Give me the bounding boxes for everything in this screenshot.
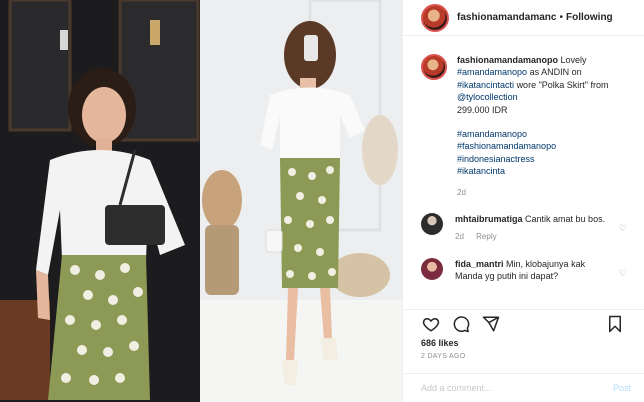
- photo-right-scene: [200, 0, 402, 402]
- hashtag-link[interactable]: #indonesianactress: [457, 153, 625, 165]
- username-link[interactable]: fashionamandamanc: [457, 12, 556, 23]
- comment-item: mhtaibrumatiga Cantik amat bu bos. 2d Re…: [403, 199, 644, 244]
- add-comment-input[interactable]: Add a comment...: [421, 383, 613, 393]
- post-header: fashionamandamanc • Following: [403, 0, 644, 36]
- comment-heart-icon[interactable]: ♡: [619, 223, 627, 234]
- hashtag-link[interactable]: #fashionamandamanopo: [457, 140, 625, 152]
- comment-time: 2d: [455, 232, 464, 242]
- reply-button[interactable]: Reply: [476, 232, 496, 241]
- comment-body: mhtaibrumatiga Cantik amat bu bos. 2d Re…: [455, 213, 615, 244]
- avatar[interactable]: [421, 3, 449, 32]
- comment-text: Cantik amat bu bos.: [525, 214, 606, 225]
- caption-avatar[interactable]: [421, 54, 447, 80]
- comment-meta: 2d Reply: [455, 231, 615, 243]
- likes-count[interactable]: 686 likes: [421, 338, 459, 348]
- comments-section: fashionamandamanopo Lovely #amandamanopo…: [403, 44, 644, 309]
- following-button[interactable]: Following: [566, 12, 613, 23]
- comment-item: fida_mantri Min, klobajunya kak Manda yg…: [403, 244, 644, 283]
- comment-heart-icon[interactable]: ♡: [619, 268, 627, 279]
- hashtag-link[interactable]: #ikatancinta: [457, 165, 625, 177]
- comment-body: fida_mantri Min, klobajunya kak Manda yg…: [455, 258, 615, 283]
- caption-text-3: wore "Polka Skirt" from: [516, 79, 609, 90]
- avatar[interactable]: [421, 213, 443, 236]
- caption-author[interactable]: fashionamandamanopo: [457, 55, 558, 65]
- add-comment-bar: Add a comment... Post: [403, 373, 644, 402]
- caption-text-2: as ANDIN on: [529, 67, 582, 78]
- post-sidebar: fashionamandamanc • Following fashionama…: [402, 0, 644, 402]
- avatar[interactable]: [421, 257, 443, 280]
- separator: •: [559, 12, 563, 23]
- caption-text-1: Lovely: [560, 55, 587, 65]
- caption-body: fashionamandamanopo Lovely #amandamanopo…: [457, 54, 625, 199]
- comment-author[interactable]: mhtaibrumatiga: [455, 214, 523, 224]
- bookmark-icon[interactable]: [605, 314, 625, 334]
- comment-author[interactable]: fida_mantri: [455, 259, 504, 269]
- hashtag-link[interactable]: #amandamanopo: [457, 128, 625, 140]
- caption-time: 2d: [457, 187, 466, 197]
- post-button[interactable]: Post: [613, 383, 631, 393]
- mention-link[interactable]: @tylocollection: [457, 92, 518, 102]
- price-text: 299.000 IDR: [457, 104, 508, 115]
- hashtag-link[interactable]: #amandamanopo: [457, 67, 527, 77]
- action-bar: [403, 309, 644, 337]
- comment-icon[interactable]: [451, 314, 471, 334]
- share-icon[interactable]: [481, 314, 501, 334]
- heart-icon[interactable]: [421, 314, 441, 334]
- post-date: 2 DAYS AGO: [421, 353, 466, 360]
- photo-left-scene: [0, 0, 200, 402]
- hashtag-list: #amandamanopo #fashionamandamanopo #indo…: [457, 128, 625, 178]
- post-image[interactable]: [0, 0, 402, 402]
- caption: fashionamandamanopo Lovely #amandamanopo…: [403, 44, 644, 199]
- hashtag-link[interactable]: #ikatancintacti: [457, 80, 514, 90]
